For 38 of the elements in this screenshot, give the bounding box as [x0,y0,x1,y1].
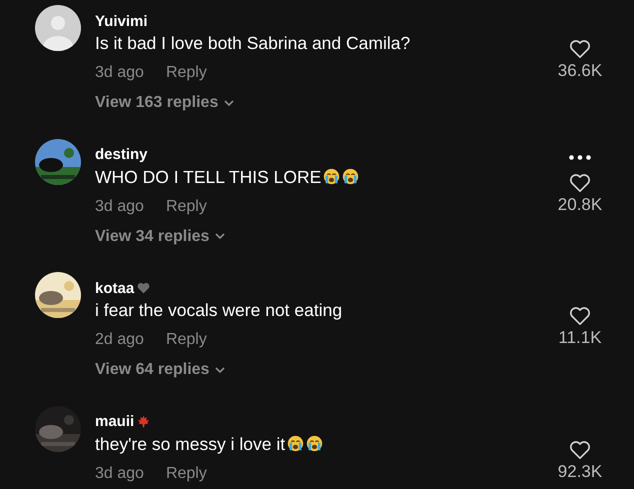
view-replies-link[interactable]: View 64 replies [95,361,226,379]
view-replies-link[interactable]: View 34 replies [95,228,226,246]
reply-link[interactable]: Reply [166,198,207,216]
heart-outline-icon[interactable] [569,39,591,59]
chevron-down-icon [215,233,226,240]
heart-outline-icon[interactable] [569,440,591,460]
username[interactable]: mauii [95,413,134,430]
reply-link[interactable]: Reply [166,464,207,482]
reply-link[interactable]: Reply [166,331,207,349]
crying-face-icon [342,168,360,184]
timestamp: 3d ago [95,198,144,216]
timestamp: 3d ago [95,464,144,482]
timestamp: 3d ago [95,64,144,82]
crying-face-icon [306,434,324,452]
crying-face-icon [287,434,304,452]
default-avatar-icon [35,5,81,51]
like-count: 36.6K [558,61,602,81]
heart-outline-icon[interactable] [569,306,591,326]
comment-text: WHO DO I TELL THIS LORE [95,166,322,186]
comment-text: Is it bad I love both Sabrina and Camila? [95,33,410,53]
reply-link[interactable]: Reply [166,64,207,82]
maple-leaf-icon [137,415,150,428]
like-count: 20.8K [558,194,602,214]
chevron-down-icon [215,366,226,374]
username[interactable]: destiny [95,146,148,163]
like-count: 11.1K [558,328,602,348]
more-options-icon[interactable] [569,155,591,160]
like-count: 92.3K [558,462,602,482]
heart-icon [137,282,150,294]
heart-outline-icon[interactable] [569,172,591,192]
crying-face-icon [323,168,340,184]
comment-text: i fear the vocals were not eating [95,300,342,320]
username[interactable]: kotaa [95,280,134,296]
comment-text: they're so messy i love it [95,434,286,454]
chevron-down-icon [224,100,234,106]
username[interactable]: Yuivimi [95,12,148,30]
view-replies-link[interactable]: View 163 replies [95,94,234,112]
timestamp: 2d ago [95,331,144,349]
